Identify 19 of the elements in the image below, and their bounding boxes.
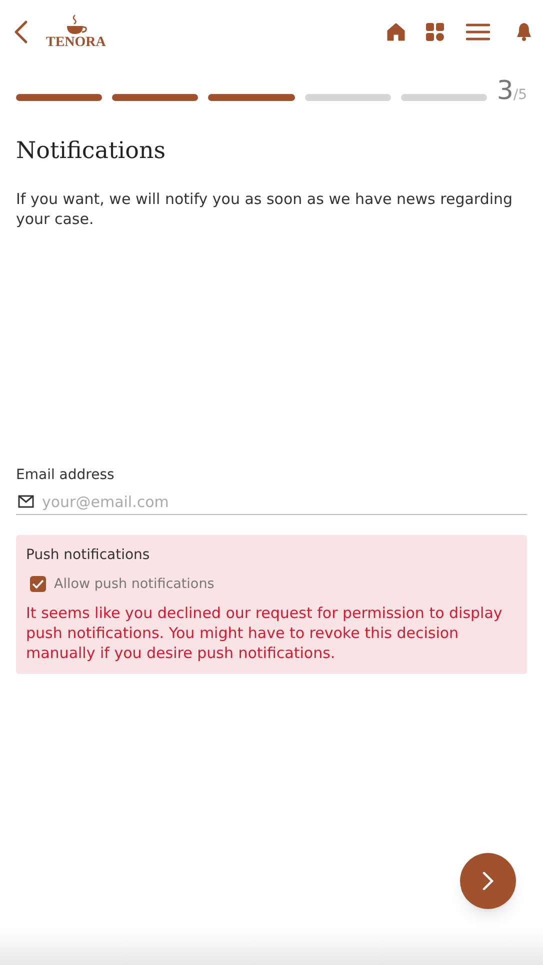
checkbox[interactable] (30, 576, 46, 592)
chevron-right-icon (482, 871, 494, 891)
push-title: Push notifications (26, 546, 151, 565)
grid-icon[interactable] (425, 22, 445, 42)
home-icon[interactable] (386, 22, 406, 42)
email-label: Email address (16, 466, 116, 484)
page-title: Notifications (15, 137, 167, 166)
intro-text: If you want, we will notify you as soon as we have news regarding your case. (15, 188, 514, 228)
menu-icon[interactable] (466, 23, 490, 41)
mail-icon (18, 495, 34, 508)
back-icon[interactable] (12, 19, 30, 45)
warning-text: It seems like you declined our request for permission to display push notifications. You might have to revoke this decision manually if you desire push notifications. (26, 603, 504, 664)
cup-icon (64, 14, 87, 36)
checkbox-label[interactable]: Allow push notifications (54, 574, 214, 594)
step-current: 3 (496, 78, 514, 104)
bell-icon[interactable] (516, 22, 532, 42)
email-field[interactable]: your@email.com (42, 490, 527, 513)
step-total: /5 (513, 86, 527, 105)
logo-text: TENORA (46, 36, 106, 50)
